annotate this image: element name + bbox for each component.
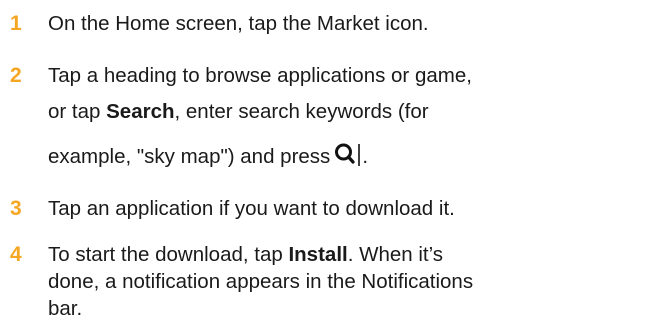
- step-text-segment: . When it’s: [347, 243, 444, 266]
- step-number: 4: [10, 243, 22, 266]
- step-text-segment: .: [362, 145, 369, 168]
- step-text: On the Home screen, tap the Market icon.: [48, 12, 429, 35]
- step-text-line: example, "sky map") and press.: [48, 142, 368, 169]
- step-text-line: bar.: [48, 297, 83, 320]
- step-text-segment: , enter search keywords (for: [174, 100, 429, 123]
- install-label: Install: [288, 243, 348, 266]
- step-text-segment: example, "sky map") and press: [48, 145, 331, 168]
- step-text-segment: To start the download, tap: [48, 243, 289, 266]
- step-text-line: Tap a heading to browse applications or …: [48, 64, 472, 87]
- search-key-icon-graphic: [335, 143, 361, 166]
- step-number: 3: [10, 197, 22, 220]
- step-text: Tap an application if you want to downlo…: [48, 197, 455, 220]
- step-number: 2: [10, 64, 22, 87]
- step-text-segment: or tap: [48, 100, 107, 123]
- step-text-line: done, a notification appears in the Noti…: [48, 270, 474, 293]
- instruction-steps: 1 On the Home screen, tap the Market ico…: [0, 0, 650, 332]
- search-label: Search: [106, 100, 175, 123]
- step-text-line: or tap Search, enter search keywords (fo…: [48, 100, 429, 124]
- step-text-line: To start the download, tap Install. When…: [48, 243, 443, 267]
- search-key-icon: [334, 142, 362, 168]
- step-number: 1: [10, 12, 22, 35]
